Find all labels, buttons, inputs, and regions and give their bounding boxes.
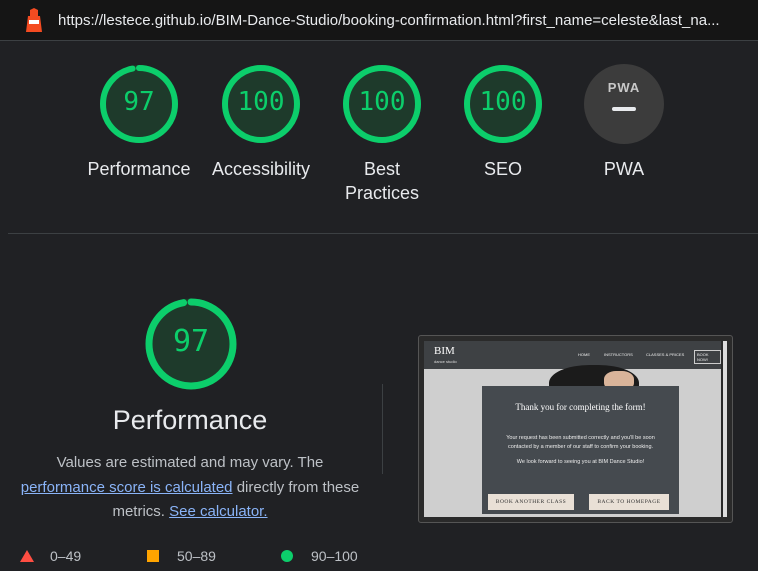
modal-text: Your request has been submitted correctl… <box>506 435 655 450</box>
performance-score-value: 97 <box>172 324 210 359</box>
legend-average: 50–89 <box>147 546 216 566</box>
legend-average-range: 50–89 <box>177 548 216 564</box>
site-logo-sub: dance studio <box>434 359 457 364</box>
legend-fail: 0–49 <box>20 546 81 566</box>
legend-fail-range: 0–49 <box>50 548 82 564</box>
pwa-badge-text: PWA <box>607 80 641 95</box>
confirmation-modal: Thank you for completing the form! Your … <box>482 386 679 514</box>
nav-book-button: BOOK NOW! <box>694 350 721 364</box>
category-gauges: 97 Performance 100 Accessibility 100 Bes… <box>8 40 758 234</box>
gauge-pwa[interactable]: PWA PWA <box>564 64 684 181</box>
score-calculated-link[interactable]: performance score is calculated <box>21 479 233 496</box>
legend-pass-range: 90–100 <box>311 548 358 564</box>
legend-pass: 90–100 <box>281 546 358 566</box>
gauge-performance[interactable]: 97 Performance <box>79 64 199 181</box>
pwa-badge: PWA <box>584 64 664 144</box>
dash-icon <box>612 107 636 111</box>
nav-classes: CLASSES & PRICES <box>646 352 685 357</box>
score-label: SEO <box>483 159 522 179</box>
score-label: PWA <box>603 159 645 179</box>
back-to-homepage-button: BACK TO HOMEPAGE <box>589 494 669 510</box>
gauge-best-practices[interactable]: 100 Best Practices <box>322 64 442 205</box>
modal-title: Thank you for completing the form! <box>515 402 646 412</box>
book-another-class-button: BOOK ANOTHER CLASS <box>488 494 574 510</box>
modal-text-2: We look forward to seeing you at BIM Dan… <box>516 459 645 465</box>
gauge-accessibility[interactable]: 100 Accessibility <box>201 64 321 181</box>
lighthouse-icon <box>26 8 42 32</box>
score-value: 97 <box>123 87 155 117</box>
gauge-seo[interactable]: 100 SEO <box>443 64 563 181</box>
circle-icon <box>281 550 293 562</box>
site-navbar: BIM dance studio HOME INSTRUCTORS CLASSE… <box>424 341 721 369</box>
screenshot-scrollbar <box>723 341 727 517</box>
description-text: Values are estimated and may vary. The <box>56 454 324 471</box>
url-bar[interactable]: https://lestece.github.io/BIM-Dance-Stud… <box>0 0 758 41</box>
nav-instructors: INSTRUCTORS <box>604 352 633 357</box>
final-screenshot[interactable]: BIM dance studio HOME INSTRUCTORS CLASSE… <box>418 335 733 523</box>
see-calculator-link[interactable]: See calculator. <box>169 503 267 520</box>
score-label: Best Practices <box>344 159 420 203</box>
performance-summary: 97 Performance Values are estimated and … <box>8 234 372 571</box>
square-icon <box>147 550 159 562</box>
performance-description: Values are estimated and may vary. The p… <box>18 451 362 525</box>
screenshot-page: BIM dance studio HOME INSTRUCTORS CLASSE… <box>424 341 721 517</box>
site-logo: BIM <box>434 345 455 357</box>
score-value: 100 <box>237 87 285 117</box>
score-value: 100 <box>358 87 406 117</box>
triangle-icon <box>20 550 34 562</box>
divider <box>382 384 383 474</box>
score-value: 100 <box>479 87 527 117</box>
nav-home: HOME <box>578 352 590 357</box>
score-label: Performance <box>87 159 191 179</box>
score-label: Accessibility <box>211 159 311 179</box>
page-url[interactable]: https://lestece.github.io/BIM-Dance-Stud… <box>58 12 724 29</box>
performance-title: Performance <box>112 405 268 435</box>
